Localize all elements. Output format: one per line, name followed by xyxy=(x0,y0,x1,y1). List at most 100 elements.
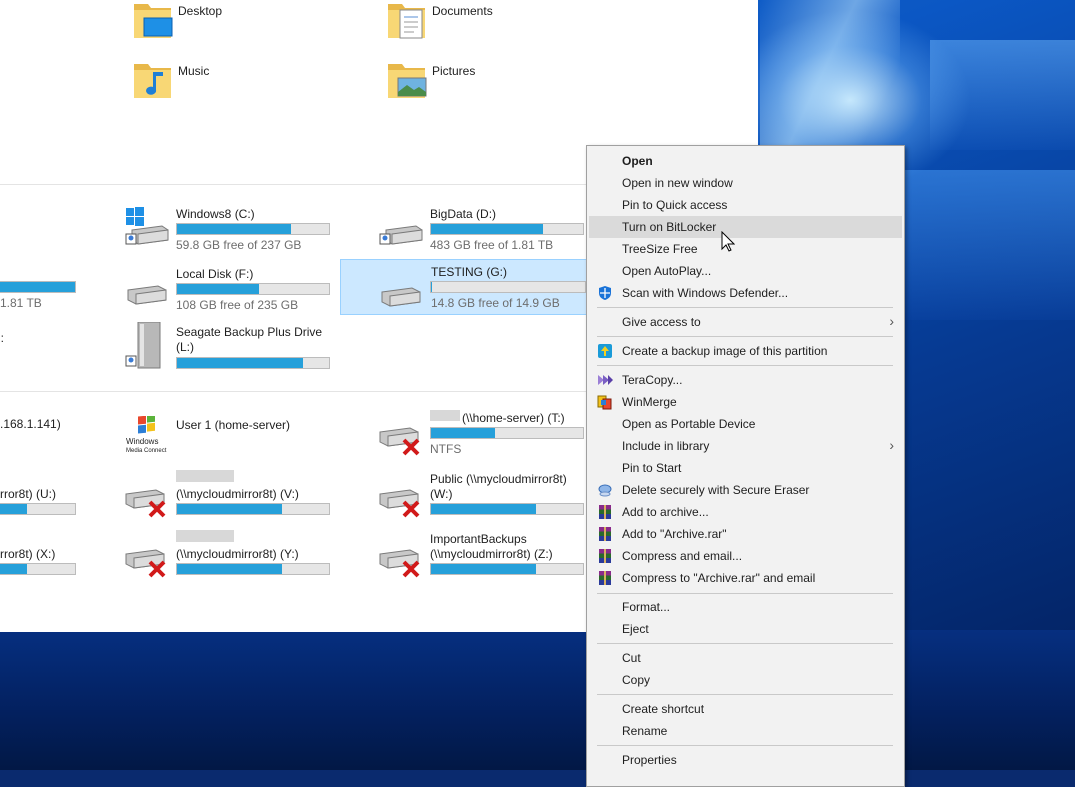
menu-item-winmerge[interactable]: WinMerge xyxy=(589,391,902,413)
external-drive-icon xyxy=(125,322,161,369)
drive-partial-2[interactable]: l: xyxy=(0,328,60,348)
menu-item-label: WinMerge xyxy=(622,395,677,409)
menu-item-secure-eraser[interactable]: Delete securely with Secure Eraser xyxy=(589,479,902,501)
desktop-folder-icon xyxy=(134,4,173,38)
menu-item-add-to-archive[interactable]: Add to archive... xyxy=(589,501,902,523)
drive-bigdata-d[interactable]: BigData (D:) 483 GB free of 1.81 TB xyxy=(378,204,586,254)
folder-pictures[interactable]: Pictures xyxy=(386,60,586,104)
drive-localdisk-f[interactable]: Local Disk (F:) 108 GB free of 235 GB xyxy=(124,264,334,314)
system-drive-icon xyxy=(125,207,169,245)
menu-item-pin-to-start[interactable]: Pin to Start xyxy=(589,457,902,479)
network-drive-z[interactable]: ImportantBackups (\\mycloudmirror8t) (Z:… xyxy=(378,530,586,580)
network-drive-y[interactable]: (\\mycloudmirror8t) (Y:) xyxy=(124,530,334,580)
folder-documents[interactable]: Documents xyxy=(386,0,586,44)
section-divider xyxy=(0,391,586,392)
network-label: (\\mycloudmirror8t) (Y:) xyxy=(176,547,299,561)
folder-music[interactable]: Music xyxy=(132,60,332,104)
disconnected-network-drive-icon xyxy=(125,549,166,578)
media-server-user1[interactable]: Windows Media Connect User 1 (home-serve… xyxy=(124,414,334,454)
menu-item-treesize-free[interactable]: TreeSize Free xyxy=(589,238,902,260)
menu-item-cut[interactable]: Cut xyxy=(589,647,902,669)
drive-usage-fill xyxy=(177,224,291,234)
winrar-icon xyxy=(599,571,611,585)
drive-usage-bar xyxy=(430,281,586,293)
redacted-label xyxy=(430,410,460,421)
drive-free-space: 483 GB free of 1.81 TB xyxy=(430,238,554,252)
drive-label: Local Disk (F:) xyxy=(176,267,254,281)
drive-usage-fill xyxy=(177,358,304,368)
drive-testing-g[interactable]: TESTING (G:) 14.8 GB free of 14.9 GB xyxy=(340,259,587,315)
network-partial-4[interactable]: rror8t) (U:) xyxy=(0,484,80,518)
menu-item-label: Add to archive... xyxy=(622,505,709,519)
svg-text:Windows: Windows xyxy=(126,437,158,446)
winmerge-icon xyxy=(597,395,612,410)
hard-drive-icon xyxy=(127,285,167,305)
network-drive-t[interactable]: (\\home-server) (T:) NTFS xyxy=(378,408,586,458)
menu-item-include-in-library[interactable]: Include in library › xyxy=(589,435,902,457)
menu-item-eject[interactable]: Eject xyxy=(589,618,902,640)
documents-folder-icon xyxy=(388,4,425,39)
network-label: Public (\\mycloudmirror8t) xyxy=(430,472,567,486)
winrar-icon xyxy=(599,527,611,541)
drive-label: BigData (D:) xyxy=(430,207,497,221)
menu-item-copy[interactable]: Copy xyxy=(589,669,902,691)
network-label: (\\home-server) (T:) xyxy=(462,411,565,425)
chevron-right-icon: › xyxy=(889,437,894,453)
menu-item-open-autoplay[interactable]: Open AutoPlay... xyxy=(589,260,902,282)
menu-item-label: Pin to Quick access xyxy=(622,198,728,212)
network-drive-w[interactable]: Public (\\mycloudmirror8t) (W:) xyxy=(378,470,586,520)
menu-item-label: Scan with Windows Defender... xyxy=(622,286,789,300)
menu-item-pin-quick-access[interactable]: Pin to Quick access xyxy=(589,194,902,216)
menu-item-turn-on-bitlocker[interactable]: Turn on BitLocker xyxy=(589,216,902,238)
menu-item-open-portable-device[interactable]: Open as Portable Device xyxy=(589,413,902,435)
menu-item-create-backup-image[interactable]: Create a backup image of this partition xyxy=(589,340,902,362)
hard-drive-icon xyxy=(379,225,423,245)
menu-item-give-access[interactable]: Give access to › xyxy=(589,311,902,333)
disconnected-network-drive-icon xyxy=(379,549,420,578)
drive-partial-1[interactable]: 1.81 TB xyxy=(0,262,100,312)
menu-item-label: Give access to xyxy=(622,315,701,329)
wallpaper-light-beam xyxy=(930,40,1075,150)
drive-usage-fill xyxy=(431,224,544,234)
menu-separator xyxy=(597,694,893,695)
drive-windows8-c[interactable]: Windows8 (C:) 59.8 GB free of 237 GB xyxy=(124,204,334,254)
menu-item-create-shortcut[interactable]: Create shortcut xyxy=(589,698,902,720)
network-label: rror8t) (X:) xyxy=(0,547,56,561)
menu-item-format[interactable]: Format... xyxy=(589,596,902,618)
folder-label: Music xyxy=(178,64,210,78)
menu-separator xyxy=(597,745,893,746)
network-label: (\\mycloudmirror8t) (V:) xyxy=(176,487,299,501)
drive-usage-bar xyxy=(430,563,584,575)
drive-usage-bar xyxy=(176,563,330,575)
menu-item-add-to-archive-rar[interactable]: Add to "Archive.rar" xyxy=(589,523,902,545)
network-partial-5[interactable]: rror8t) (X:) xyxy=(0,544,80,578)
network-label: rror8t) (U:) xyxy=(0,487,56,501)
drive-seagate-l[interactable]: Seagate Backup Plus Drive (L:) xyxy=(124,322,334,372)
menu-item-compress-rar-email[interactable]: Compress to "Archive.rar" and email xyxy=(589,567,902,589)
wallpaper-floor xyxy=(0,630,1075,770)
menu-item-label: Compress and email... xyxy=(622,549,743,563)
drive-free-space: 1.81 TB xyxy=(0,296,42,310)
drive-usage-bar xyxy=(176,283,330,295)
menu-item-open[interactable]: Open xyxy=(589,150,902,172)
context-menu: Open Open in new window Pin to Quick acc… xyxy=(586,145,905,787)
drive-usage-bar xyxy=(0,563,76,575)
menu-item-label: Open in new window xyxy=(622,176,733,190)
folder-desktop[interactable]: Desktop xyxy=(132,0,332,44)
mouse-cursor-icon xyxy=(721,231,735,252)
network-drive-v[interactable]: (\\mycloudmirror8t) (V:) xyxy=(124,470,334,520)
menu-item-properties[interactable]: Properties xyxy=(589,749,902,771)
menu-item-compress-and-email[interactable]: Compress and email... xyxy=(589,545,902,567)
menu-item-rename[interactable]: Rename xyxy=(589,720,902,742)
menu-item-scan-defender[interactable]: Scan with Windows Defender... xyxy=(589,282,902,304)
menu-item-label: Open as Portable Device xyxy=(622,417,756,431)
folder-label: Desktop xyxy=(178,4,223,18)
menu-item-label: Copy xyxy=(622,673,651,687)
menu-item-teracopy[interactable]: TeraCopy... xyxy=(589,369,902,391)
menu-item-label: Compress to "Archive.rar" and email xyxy=(622,571,816,585)
drive-usage-fill xyxy=(431,564,536,574)
drive-usage-fill xyxy=(431,504,536,514)
menu-item-open-new-window[interactable]: Open in new window xyxy=(589,172,902,194)
network-partial-3[interactable]: .168.1.141) xyxy=(0,414,80,434)
menu-item-label: Turn on BitLocker xyxy=(622,220,717,234)
